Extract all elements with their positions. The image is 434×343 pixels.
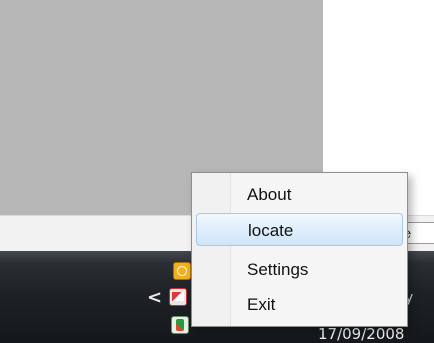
tray-context-menu: About locate Settings Exit — [191, 172, 408, 327]
music-icon[interactable] — [171, 316, 189, 334]
menu-item-about[interactable]: About — [196, 178, 403, 211]
clock-icon[interactable] — [173, 262, 191, 280]
taskbar-date[interactable]: 17/09/2008 — [318, 326, 428, 342]
menu-item-exit[interactable]: Exit — [196, 288, 403, 321]
menu-item-locate[interactable]: locate — [196, 213, 403, 246]
mail-icon[interactable] — [169, 288, 187, 306]
show-hidden-icons-button[interactable]: < — [147, 289, 162, 307]
menu-item-settings[interactable]: Settings — [196, 253, 403, 286]
